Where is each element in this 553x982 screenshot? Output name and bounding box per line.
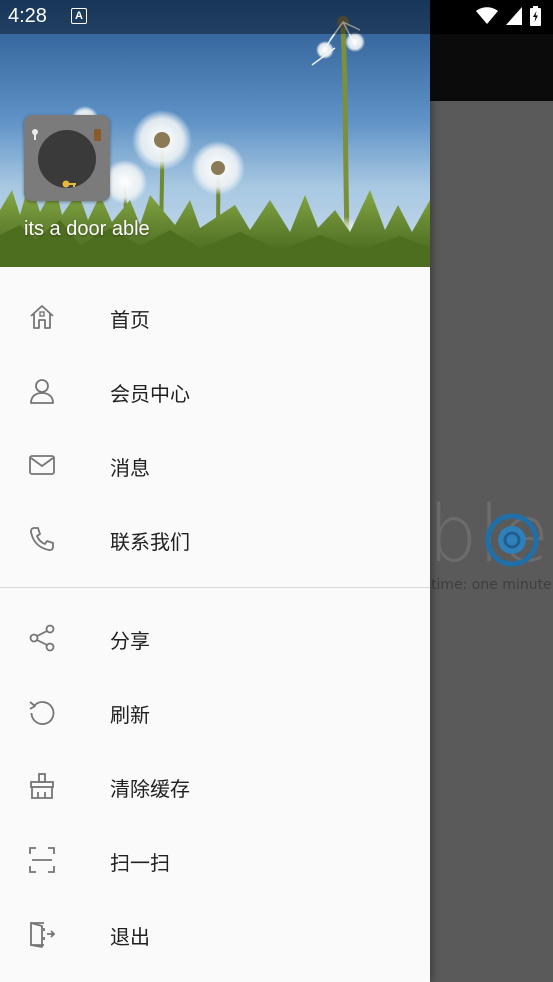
menu-item-label: 扫一扫 <box>110 851 170 875</box>
share-icon <box>29 624 55 652</box>
menu-item-label: 首页 <box>110 308 150 332</box>
avatar[interactable] <box>24 115 110 201</box>
menu-item-refresh[interactable]: 刷新 <box>0 675 430 749</box>
drawer-header: its a door able <box>0 0 430 267</box>
clean-brush-icon <box>30 773 54 799</box>
refresh-icon <box>29 701 55 725</box>
background-logo-mark-icon <box>485 513 539 567</box>
home-icon <box>30 305 54 329</box>
battery-icon <box>530 6 541 26</box>
person-icon <box>30 379 54 404</box>
menu-item-label: 会员中心 <box>110 382 190 406</box>
status-bar-right <box>430 0 553 34</box>
menu-item-label: 分享 <box>110 629 150 653</box>
menu-item-label: 刷新 <box>110 703 150 727</box>
menu-item-scan[interactable]: 扫一扫 <box>0 823 430 897</box>
background-subtitle: time: one minute <box>431 577 552 593</box>
menu-item-share[interactable]: 分享 <box>0 601 430 675</box>
status-time: 4:28 <box>8 5 47 27</box>
menu-item-home[interactable]: 首页 <box>0 280 430 354</box>
notification-a-icon: A <box>71 8 87 24</box>
wifi-icon <box>476 7 498 24</box>
door-lock-app-icon <box>24 115 110 201</box>
navigation-drawer: its a door able 首页 会员中心 消息 联系我们 分享 刷新 清除… <box>0 0 430 982</box>
drawer-menu: 首页 会员中心 消息 联系我们 分享 刷新 清除缓存 扫一扫 退出 <box>0 280 430 971</box>
mail-icon <box>29 455 55 475</box>
menu-item-label: 退出 <box>110 925 150 949</box>
exit-icon <box>30 922 56 948</box>
menu-item-label: 清除缓存 <box>110 777 190 801</box>
menu-item-messages[interactable]: 消息 <box>0 428 430 502</box>
menu-item-label: 联系我们 <box>110 530 190 554</box>
phone-icon <box>30 527 54 551</box>
cellular-signal-icon <box>506 7 522 25</box>
menu-item-label: 消息 <box>110 456 150 480</box>
status-icons <box>476 6 541 26</box>
menu-item-clear-cache[interactable]: 清除缓存 <box>0 749 430 823</box>
menu-item-member-center[interactable]: 会员中心 <box>0 354 430 428</box>
menu-divider <box>0 587 430 588</box>
header-username: its a door able <box>24 218 150 240</box>
menu-item-exit[interactable]: 退出 <box>0 897 430 971</box>
menu-item-contact-us[interactable]: 联系我们 <box>0 502 430 576</box>
screen: ble time: one minute its a door able 首页 … <box>0 0 553 982</box>
scan-icon <box>29 847 55 873</box>
